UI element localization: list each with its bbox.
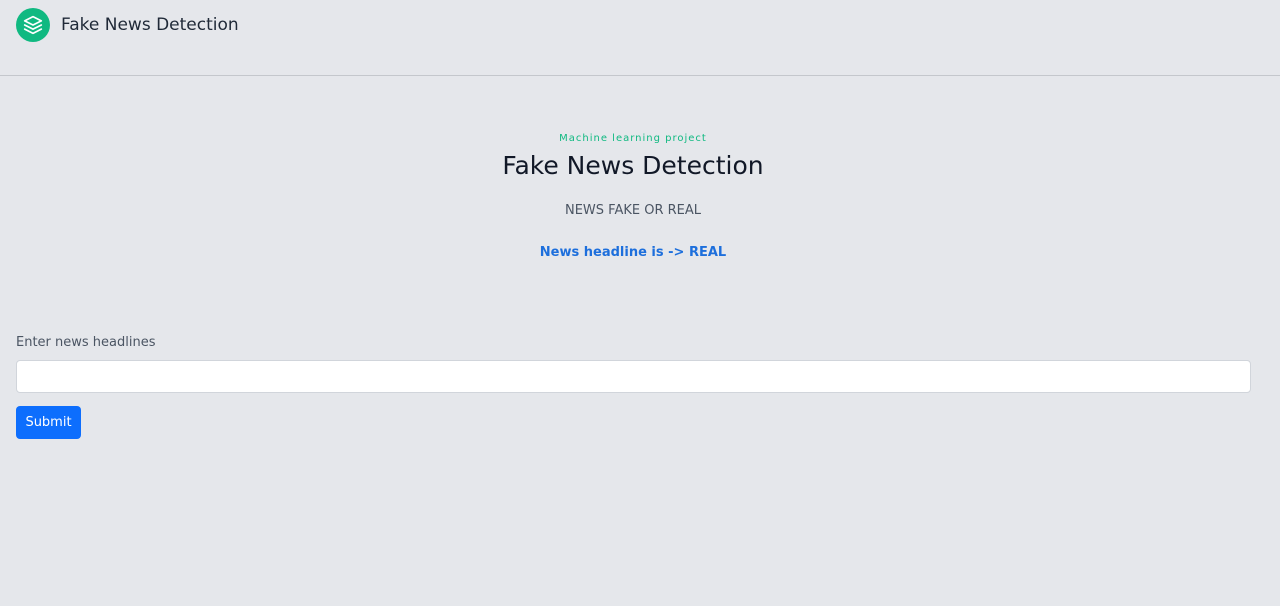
navbar: Fake News Detection — [0, 0, 1280, 76]
project-eyebrow: Machine learning project — [559, 133, 707, 144]
hero-section: Machine learning project Fake News Detec… — [0, 132, 1266, 262]
submit-button[interactable]: Submit — [16, 406, 81, 439]
brand-link[interactable]: Fake News Detection — [16, 8, 239, 42]
headline-label: Enter news headlines — [16, 335, 156, 350]
headline-input[interactable] — [16, 360, 1251, 393]
page-subtitle: NEWS FAKE OR REAL — [564, 203, 701, 218]
headline-form: Enter news headlines Submit — [16, 334, 1251, 439]
brand-title: Fake News Detection — [61, 15, 239, 35]
prediction-result: News headline is -> REAL — [539, 245, 727, 260]
page-title: Fake News Detection — [502, 151, 764, 180]
stacked-layers-icon — [16, 8, 50, 42]
